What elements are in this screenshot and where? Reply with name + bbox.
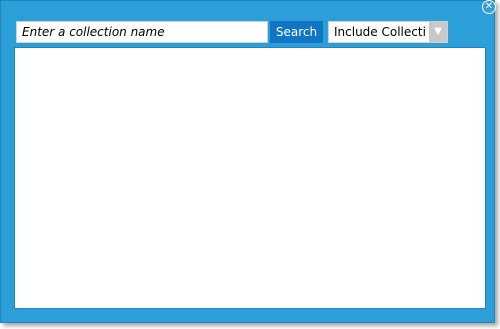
close-icon[interactable]: ✕ xyxy=(482,0,496,14)
results-panel xyxy=(14,47,486,309)
chevron-down-icon[interactable]: ▼ xyxy=(429,22,447,42)
search-button[interactable]: Search xyxy=(270,21,323,43)
collection-name-input[interactable] xyxy=(16,21,268,43)
collection-search-dialog: Search Include Collectio ▼ xyxy=(0,0,495,323)
select-value: Include Collectio xyxy=(334,25,426,39)
include-collections-select[interactable]: Include Collectio ▼ xyxy=(328,21,448,43)
